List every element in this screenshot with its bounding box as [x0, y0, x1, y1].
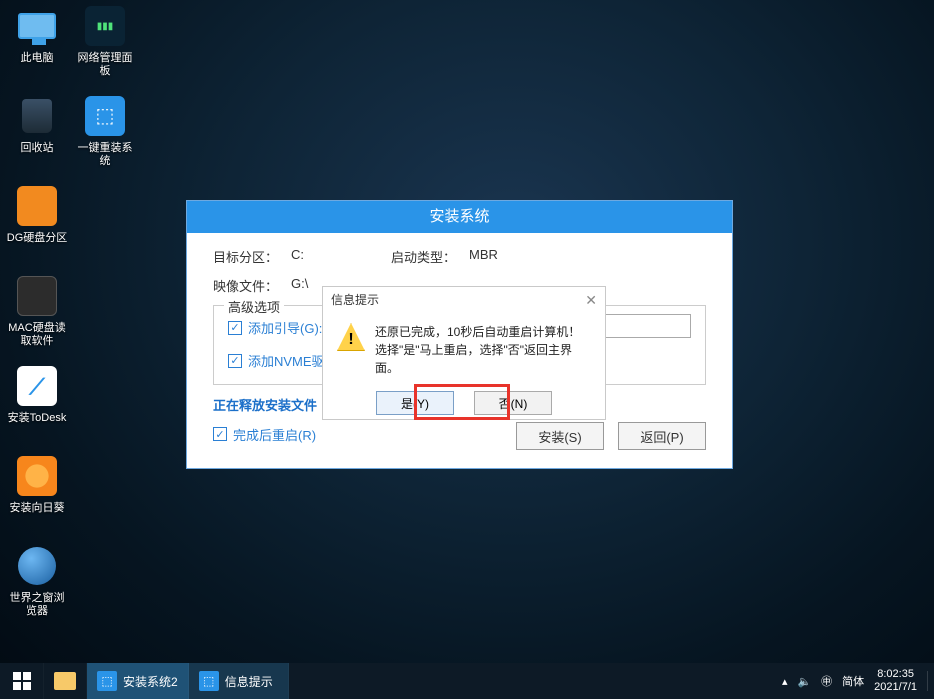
folder-icon: [54, 672, 76, 690]
icon-label: 安装向日葵: [10, 502, 65, 515]
dialog-message-line: 还原已完成，10秒后自动重启计算机！: [375, 323, 591, 341]
taskbar-app-info-dialog[interactable]: ⬚ 信息提示: [189, 663, 289, 699]
warning-icon: !: [337, 323, 365, 351]
clock-date: 2021/7/1: [874, 681, 917, 694]
desktop-icon-reinstall-system[interactable]: ⬚ 一键重装系统: [74, 94, 136, 174]
ime-indicator-text[interactable]: 简体: [842, 673, 864, 689]
icon-label: DG硬盘分区: [7, 232, 68, 245]
image-file-value: G:\: [291, 276, 308, 295]
windows-icon: [13, 672, 31, 690]
app-icon: [15, 184, 59, 228]
desktop-icon-dg-partition[interactable]: DG硬盘分区: [6, 184, 68, 264]
checkbox-label: 添加引导(G):: [248, 318, 322, 337]
desktop-icon-theworld-browser[interactable]: 世界之窗浏览器: [6, 544, 68, 624]
dialog-close-button[interactable]: ✕: [585, 287, 597, 313]
globe-icon: [15, 544, 59, 588]
desktop-icon-this-pc[interactable]: 此电脑: [6, 4, 68, 84]
dialog-no-button[interactable]: 否(N): [474, 391, 552, 415]
advanced-legend: 高级选项: [224, 297, 284, 316]
taskbar-app-installer[interactable]: ⬚ 安装系统2: [87, 663, 189, 699]
system-tray: ▴ 🔈 ㊥ 简体 8:02:35 2021/7/1: [776, 663, 934, 699]
checkbox-icon: ✓: [213, 427, 227, 441]
icon-label: 一键重装系统: [74, 142, 136, 168]
checkbox-icon: ✓: [228, 321, 242, 335]
taskbar-explorer-button[interactable]: [44, 663, 87, 699]
back-button[interactable]: 返回(P): [618, 422, 706, 450]
boot-type-value: MBR: [469, 247, 498, 266]
sound-icon[interactable]: 🔈: [797, 675, 811, 688]
icon-label: 安装ToDesk: [8, 412, 67, 425]
bin-icon: [15, 94, 59, 138]
checkbox-add-nvme[interactable]: ✓ 添加NVME驱: [228, 351, 325, 370]
icon-label: 网络管理面板: [74, 52, 136, 78]
show-desktop-button[interactable]: [927, 671, 928, 691]
boot-type-label: 启动类型：: [391, 247, 469, 266]
installer-title: 安装系统: [187, 201, 732, 233]
taskbar-app-label: 信息提示: [225, 673, 273, 690]
desktop-icon-mac-disk[interactable]: MAC硬盘读取软件: [6, 274, 68, 354]
ime-indicator-icon[interactable]: ㊥: [821, 673, 832, 689]
info-dialog: 信息提示 ✕ ! 还原已完成，10秒后自动重启计算机！ 选择"是"马上重启，选择…: [322, 286, 606, 420]
tray-overflow-button[interactable]: ▴: [782, 675, 788, 688]
checkbox-label: 添加NVME驱: [248, 351, 325, 370]
desktop-icon-recycle-bin[interactable]: 回收站: [6, 94, 68, 174]
checkbox-add-boot[interactable]: ✓ 添加引导(G):: [228, 318, 322, 337]
app-icon: ⬚: [97, 671, 117, 691]
app-icon: ▮▮▮: [83, 4, 127, 48]
app-icon: [15, 454, 59, 498]
app-icon: ⬚: [83, 94, 127, 138]
taskbar-clock[interactable]: 8:02:35 2021/7/1: [874, 668, 917, 694]
monitor-icon: [15, 4, 59, 48]
checkbox-restart-after[interactable]: ✓ 完成后重启(R): [213, 425, 316, 444]
icon-label: 回收站: [21, 142, 54, 155]
clock-time: 8:02:35: [874, 668, 917, 681]
dialog-title-text: 信息提示: [331, 287, 379, 313]
app-icon: [15, 274, 59, 318]
taskbar-app-label: 安装系统2: [123, 673, 178, 690]
app-icon: ⟋: [15, 364, 59, 408]
dialog-yes-button[interactable]: 是(Y): [376, 391, 454, 415]
dialog-message-line: 选择"是"马上重启，选择"否"返回主界面。: [375, 341, 591, 377]
desktop-icon-network-panel[interactable]: ▮▮▮ 网络管理面板: [74, 4, 136, 84]
install-button[interactable]: 安装(S): [516, 422, 604, 450]
app-icon: ⬚: [199, 671, 219, 691]
desktop-icon-todesk[interactable]: ⟋ 安装ToDesk: [6, 364, 68, 444]
taskbar: ⬚ 安装系统2 ⬚ 信息提示 ▴ 🔈 ㊥ 简体 8:02:35 2021/7/1: [0, 663, 934, 699]
desktop-icon-sunflower[interactable]: 安装向日葵: [6, 454, 68, 534]
checkbox-icon: ✓: [228, 354, 242, 368]
icon-label: MAC硬盘读取软件: [6, 322, 68, 348]
checkbox-label: 完成后重启(R): [233, 425, 316, 444]
target-partition-label: 目标分区：: [213, 247, 291, 266]
dialog-message: 还原已完成，10秒后自动重启计算机！ 选择"是"马上重启，选择"否"返回主界面。: [375, 323, 591, 377]
icon-label: 此电脑: [21, 52, 54, 65]
target-partition-value: C:: [291, 247, 391, 266]
dialog-titlebar: 信息提示 ✕: [323, 287, 605, 313]
icon-label: 世界之窗浏览器: [6, 592, 68, 618]
image-file-label: 映像文件：: [213, 276, 291, 295]
start-button[interactable]: [0, 663, 44, 699]
